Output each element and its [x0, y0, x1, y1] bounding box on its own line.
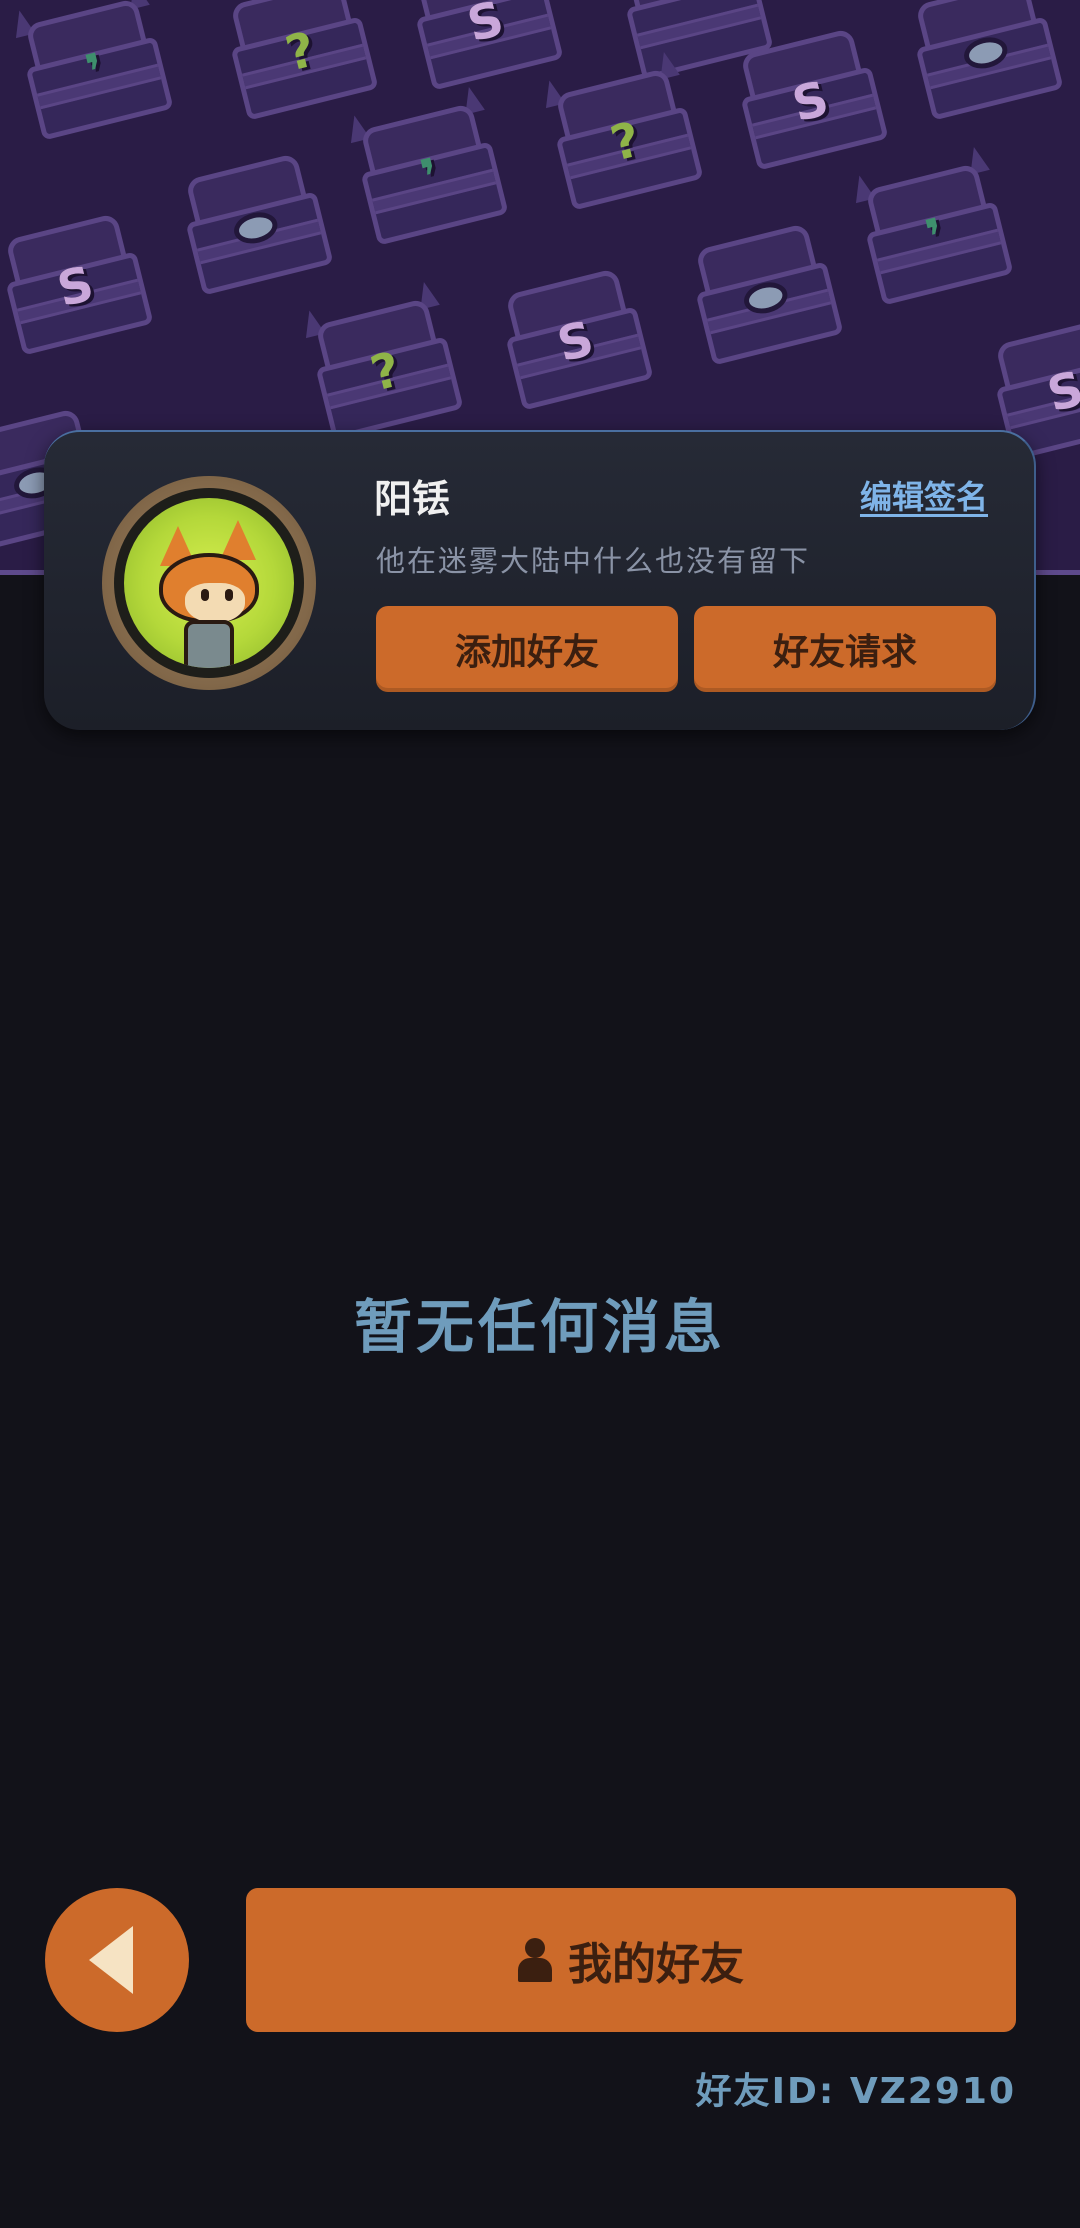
profile-signature: 他在迷雾大陆中什么也没有留下	[376, 544, 811, 578]
chest-pattern-icon: S	[0, 209, 162, 362]
chest-pattern-icon	[898, 0, 1073, 126]
empty-messages-text: 暂无任何消息	[353, 1293, 726, 1361]
chest-pattern-icon: ❜	[8, 0, 183, 146]
my-friends-button[interactable]: 我的好友	[246, 1888, 1016, 2032]
avatar[interactable]	[102, 476, 316, 690]
person-icon	[518, 1938, 552, 1982]
friend-request-button[interactable]: 好友请求	[694, 606, 996, 692]
chest-pattern-icon	[678, 219, 853, 372]
chest-pattern-icon: ❜	[343, 84, 518, 252]
chest-pattern-icon: ❜	[848, 144, 1023, 312]
profile-card: 阳铥 编辑签名 他在迷雾大陆中什么也没有留下 添加好友 好友请求	[44, 430, 1036, 730]
chest-pattern-icon: ?	[213, 0, 388, 126]
chest-pattern-icon: S	[488, 264, 663, 417]
back-button[interactable]	[45, 1888, 189, 2032]
profile-name: 阳铥	[374, 477, 451, 521]
my-friends-label: 我的好友	[568, 1939, 744, 1990]
back-arrow-icon	[89, 1926, 133, 1994]
edit-signature-link[interactable]: 编辑签名	[860, 472, 988, 518]
chest-pattern-icon	[168, 149, 343, 302]
friend-id-text: 好友ID: VZ2910	[695, 2071, 1016, 2112]
chest-pattern-icon: ?	[298, 279, 473, 447]
chest-pattern-icon: ?	[538, 49, 713, 217]
add-friend-button[interactable]: 添加好友	[376, 606, 678, 692]
